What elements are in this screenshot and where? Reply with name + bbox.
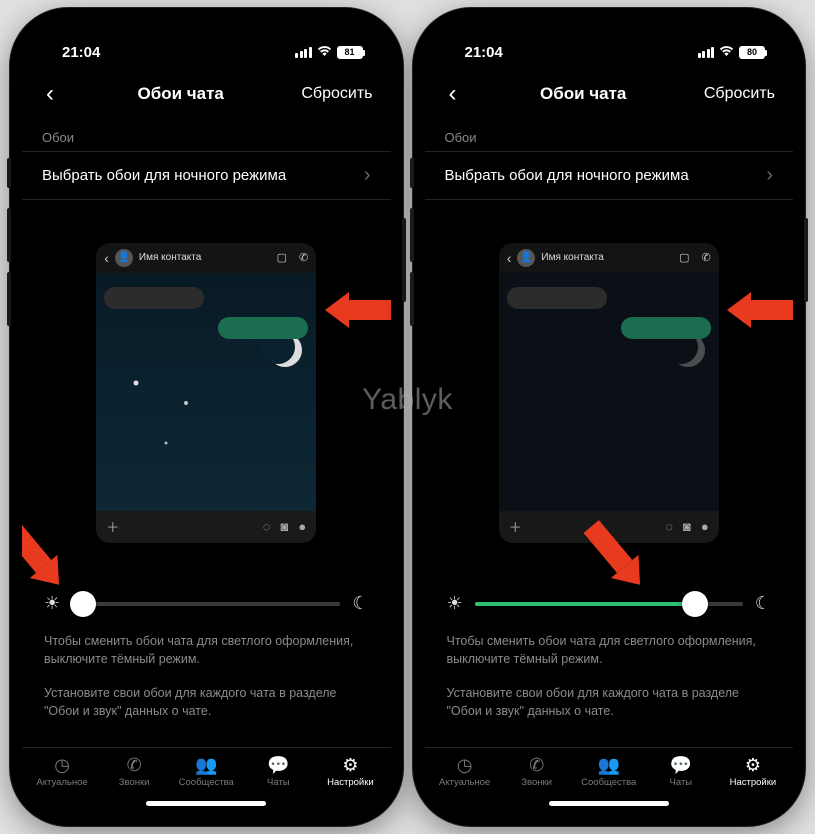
preview-back-icon: ‹: [507, 250, 512, 266]
phone-right-frame: 21:04 80 ‹ Обои чата Сбросить Обои Выбра…: [413, 8, 806, 826]
status-time: 21:04: [62, 44, 100, 61]
wallpaper-preview: ‹ 👤 Имя контакта ▢ ✆ ＋ ◌ ◙ ●: [425, 200, 794, 577]
tab-settings[interactable]: ⚙Настройки: [314, 756, 386, 788]
preview-outgoing-bubble: [621, 317, 711, 339]
updates-icon: ◷: [54, 756, 70, 774]
preview-mic-icon: ●: [298, 519, 306, 534]
moon-small-icon: ☾: [755, 593, 771, 614]
preview-chat-header: ‹ 👤 Имя контакта ▢ ✆: [96, 243, 316, 273]
communities-icon: 👥: [195, 756, 217, 774]
preview-input-bar: ＋ ◌ ◙ ●: [96, 511, 316, 543]
choose-wallpaper-row[interactable]: Выбрать обои для ночного режима ›: [22, 151, 391, 200]
status-bar: 21:04 81: [22, 20, 391, 76]
home-indicator: [425, 792, 794, 814]
preview-avatar-icon: 👤: [517, 249, 535, 267]
tab-chats[interactable]: 💬Чаты: [645, 756, 717, 788]
preview-outgoing-bubble: [218, 317, 308, 339]
preview-back-icon: ‹: [104, 250, 109, 266]
tab-calls[interactable]: ✆Звонки: [98, 756, 170, 788]
dimming-slider-row: ☀ ☾: [22, 577, 391, 624]
hint-text-2: Установите свои обои для каждого чата в …: [22, 676, 391, 728]
chat-preview-panel: ‹ 👤 Имя контакта ▢ ✆ ＋ ◌ ◙ ●: [499, 243, 719, 543]
preview-contact-name: Имя контакта: [541, 252, 603, 263]
preview-call-icon: ✆: [702, 251, 711, 264]
back-button[interactable]: ‹: [40, 80, 60, 108]
dimming-slider[interactable]: [72, 602, 340, 606]
page-title: Обои чата: [137, 84, 223, 104]
sun-icon: ☀: [447, 593, 463, 614]
tab-settings[interactable]: ⚙Настройки: [717, 756, 789, 788]
chevron-right-icon: ›: [766, 164, 773, 187]
preview-mic-icon: ●: [701, 519, 709, 534]
preview-plus-icon: ＋: [509, 517, 522, 536]
back-button[interactable]: ‹: [443, 80, 463, 108]
status-time: 21:04: [465, 44, 503, 61]
gear-icon: ⚙: [342, 756, 358, 774]
section-header: Обои: [22, 120, 391, 151]
preview-input-bar: ＋ ◌ ◙ ●: [499, 511, 719, 543]
cellular-icon: [295, 47, 312, 58]
screen-left: 21:04 81 ‹ Обои чата Сбросить Обои Выбра…: [22, 20, 391, 814]
battery-icon: 81: [337, 46, 363, 59]
nav-bar: ‹ Обои чата Сбросить: [425, 76, 794, 120]
preview-camera-icon: ◙: [281, 519, 289, 534]
battery-icon: 80: [739, 46, 765, 59]
hint-text-1: Чтобы сменить обои чата для светлого офо…: [22, 624, 391, 676]
preview-chat-header: ‹ 👤 Имя контакта ▢ ✆: [499, 243, 719, 273]
gear-icon: ⚙: [745, 756, 761, 774]
section-header: Обои: [425, 120, 794, 151]
page-title: Обои чата: [540, 84, 626, 104]
annotation-arrow: [727, 292, 793, 328]
screen-right: 21:04 80 ‹ Обои чата Сбросить Обои Выбра…: [425, 20, 794, 814]
preview-video-icon: ▢: [679, 251, 689, 264]
dimming-slider[interactable]: [475, 602, 743, 606]
tab-bar: ◷Актуальное ✆Звонки 👥Сообщества 💬Чаты ⚙Н…: [425, 747, 794, 792]
preview-plus-icon: ＋: [106, 517, 119, 536]
chevron-right-icon: ›: [364, 164, 371, 187]
choose-wallpaper-label: Выбрать обои для ночного режима: [42, 167, 286, 184]
tab-updates[interactable]: ◷Актуальное: [429, 756, 501, 788]
dimming-slider-row: ☀ ☾: [425, 577, 794, 624]
preview-incoming-bubble: [507, 287, 607, 309]
preview-contact-name: Имя контакта: [139, 252, 201, 263]
tab-chats[interactable]: 💬Чаты: [242, 756, 314, 788]
hint-text-1: Чтобы сменить обои чата для светлого офо…: [425, 624, 794, 676]
moon-small-icon: ☾: [352, 593, 368, 614]
cellular-icon: [698, 47, 715, 58]
choose-wallpaper-label: Выбрать обои для ночного режима: [445, 167, 689, 184]
preview-incoming-bubble: [104, 287, 204, 309]
annotation-arrow: [325, 292, 391, 328]
tab-communities[interactable]: 👥Сообщества: [573, 756, 645, 788]
wallpaper-preview: ‹ 👤 Имя контакта ▢ ✆ ＋ ◌ ◙ ●: [22, 200, 391, 577]
status-bar: 21:04 80: [425, 20, 794, 76]
reset-button[interactable]: Сбросить: [301, 85, 372, 103]
chats-icon: 💬: [670, 756, 692, 774]
hint-text-2: Установите свои обои для каждого чата в …: [425, 676, 794, 728]
wifi-icon: [317, 45, 332, 59]
wifi-icon: [719, 45, 734, 59]
tab-updates[interactable]: ◷Актуальное: [26, 756, 98, 788]
chats-icon: 💬: [267, 756, 289, 774]
nav-bar: ‹ Обои чата Сбросить: [22, 76, 391, 120]
preview-sticker-icon: ◌: [665, 519, 673, 534]
preview-sticker-icon: ◌: [263, 519, 271, 534]
phone-icon: ✆: [529, 756, 544, 774]
communities-icon: 👥: [598, 756, 620, 774]
chat-preview-panel: ‹ 👤 Имя контакта ▢ ✆ ＋ ◌ ◙ ●: [96, 243, 316, 543]
preview-call-icon: ✆: [299, 251, 308, 264]
preview-avatar-icon: 👤: [115, 249, 133, 267]
phone-left-frame: 21:04 81 ‹ Обои чата Сбросить Обои Выбра…: [10, 8, 403, 826]
home-indicator: [22, 792, 391, 814]
phone-icon: ✆: [127, 756, 142, 774]
sun-icon: ☀: [44, 593, 60, 614]
choose-wallpaper-row[interactable]: Выбрать обои для ночного режима ›: [425, 151, 794, 200]
tab-calls[interactable]: ✆Звонки: [501, 756, 573, 788]
tab-communities[interactable]: 👥Сообщества: [170, 756, 242, 788]
preview-camera-icon: ◙: [683, 519, 691, 534]
updates-icon: ◷: [457, 756, 473, 774]
tab-bar: ◷Актуальное ✆Звонки 👥Сообщества 💬Чаты ⚙Н…: [22, 747, 391, 792]
reset-button[interactable]: Сбросить: [704, 85, 775, 103]
preview-video-icon: ▢: [277, 251, 287, 264]
